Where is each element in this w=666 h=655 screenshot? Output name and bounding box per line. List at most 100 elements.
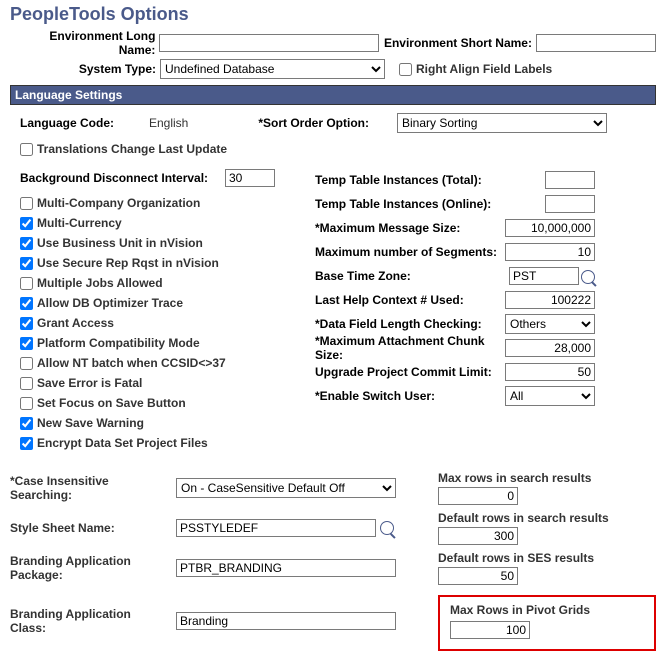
field-input[interactable] (505, 243, 595, 261)
field-input[interactable]: Others (505, 314, 595, 334)
style-label: Style Sheet Name: (10, 521, 170, 535)
option-row: Use Business Unit in nVision (20, 233, 275, 253)
field-row: *Data Field Length Checking: Others (315, 313, 595, 335)
field-label: Upgrade Project Commit Limit: (315, 365, 492, 379)
option-label: Allow DB Optimizer Trace (37, 296, 183, 310)
field-input[interactable]: All (505, 386, 595, 406)
field-label: *Data Field Length Checking: (315, 317, 482, 331)
option-checkbox[interactable] (20, 317, 33, 330)
option-checkbox[interactable] (20, 257, 33, 270)
case-select[interactable]: On - CaseSensitive Default Off (176, 478, 396, 498)
option-label: Grant Access (37, 316, 114, 330)
lang-code-label: Language Code: (10, 116, 125, 130)
field-row: Upgrade Project Commit Limit: (315, 361, 595, 383)
field-row: Last Help Context # Used: (315, 289, 595, 311)
field-input[interactable] (545, 195, 595, 213)
option-checkbox[interactable] (20, 397, 33, 410)
field-row: Temp Table Instances (Total): (315, 169, 595, 191)
option-row: New Save Warning (20, 413, 275, 433)
option-label: Allow NT batch when CCSID<>37 (37, 356, 226, 370)
defrows-ses-input[interactable] (438, 567, 518, 585)
right-align-checkbox[interactable] (399, 63, 412, 76)
option-checkbox[interactable] (20, 437, 33, 450)
field-row: *Enable Switch User:All (315, 385, 595, 407)
pivot-highlight: Max Rows in Pivot Grids (438, 595, 656, 651)
field-input[interactable] (509, 267, 579, 285)
style-input[interactable] (176, 519, 376, 537)
option-checkbox[interactable] (20, 417, 33, 430)
option-row: Multi-Currency (20, 213, 275, 233)
option-label: Platform Compatibility Mode (37, 336, 200, 350)
field-label: Temp Table Instances (Total): (315, 173, 482, 187)
brand-pkg-input[interactable] (176, 559, 396, 577)
env-long-label: Environment Long Name: (10, 29, 159, 57)
bg-interval-input[interactable] (225, 169, 275, 187)
option-label: New Save Warning (37, 416, 144, 430)
pivot-input[interactable] (450, 621, 530, 639)
field-label: Maximum number of Segments: (315, 245, 497, 259)
option-row: Multiple Jobs Allowed (20, 273, 275, 293)
option-label: Use Secure Rep Rqst in nVision (37, 256, 219, 270)
translations-checkbox[interactable] (20, 143, 33, 156)
defrows-search-label: Default rows in search results (438, 511, 609, 525)
brand-cls-label: Branding Application Class: (10, 607, 170, 635)
field-row: Base Time Zone: (315, 265, 595, 287)
option-row: Set Focus on Save Button (20, 393, 275, 413)
lookup-icon[interactable] (380, 521, 394, 535)
right-align-label: Right Align Field Labels (416, 62, 552, 76)
field-row: Temp Table Instances (Online): (315, 193, 595, 215)
sort-order-select[interactable]: Binary Sorting (397, 113, 607, 133)
option-row: Platform Compatibility Mode (20, 333, 275, 353)
field-label: *Maximum Message Size: (315, 221, 460, 235)
maxrows-search-label: Max rows in search results (438, 471, 591, 485)
field-input[interactable] (545, 171, 595, 189)
field-row: *Maximum Message Size: (315, 217, 595, 239)
system-type-select[interactable]: Undefined Database (160, 59, 385, 79)
option-label: Save Error is Fatal (37, 376, 142, 390)
brand-cls-input[interactable] (176, 612, 396, 630)
option-checkbox[interactable] (20, 297, 33, 310)
field-label: Last Help Context # Used: (315, 293, 464, 307)
option-label: Multi-Currency (37, 216, 122, 230)
brand-pkg-label: Branding Application Package: (10, 554, 170, 582)
option-checkbox[interactable] (20, 337, 33, 350)
maxrows-search-input[interactable] (438, 487, 518, 505)
field-row: Maximum number of Segments: (315, 241, 595, 263)
option-label: Use Business Unit in nVision (37, 236, 203, 250)
option-checkbox[interactable] (20, 357, 33, 370)
option-row: Grant Access (20, 313, 275, 333)
field-input[interactable] (505, 363, 595, 381)
language-settings-bar: Language Settings (10, 85, 656, 105)
field-input[interactable] (505, 291, 595, 309)
env-long-input[interactable] (159, 34, 378, 52)
option-row: Multi-Company Organization (20, 193, 275, 213)
system-type-label: System Type: (10, 62, 160, 76)
field-label: Base Time Zone: (315, 269, 411, 283)
option-row: Allow NT batch when CCSID<>37 (20, 353, 275, 373)
env-short-label: Environment Short Name: (379, 36, 536, 50)
field-input[interactable] (505, 219, 595, 237)
option-label: Encrypt Data Set Project Files (37, 436, 208, 450)
lookup-icon[interactable] (581, 270, 595, 284)
field-label: *Maximum Attachment Chunk Size: (315, 334, 505, 362)
option-label: Multiple Jobs Allowed (37, 276, 163, 290)
option-label: Multi-Company Organization (37, 196, 200, 210)
bg-interval-label: Background Disconnect Interval: (20, 171, 225, 185)
lang-code-value: English (149, 116, 229, 130)
defrows-search-input[interactable] (438, 527, 518, 545)
env-short-input[interactable] (536, 34, 656, 52)
page-title: PeopleTools Options (10, 4, 656, 25)
option-row: Encrypt Data Set Project Files (20, 433, 275, 453)
option-row: Save Error is Fatal (20, 373, 275, 393)
option-checkbox[interactable] (20, 377, 33, 390)
option-checkbox[interactable] (20, 237, 33, 250)
sort-order-label: *Sort Order Option: (253, 116, 373, 130)
option-checkbox[interactable] (20, 197, 33, 210)
field-row: *Maximum Attachment Chunk Size: (315, 337, 595, 359)
field-input[interactable] (505, 339, 595, 357)
option-checkbox[interactable] (20, 277, 33, 290)
option-checkbox[interactable] (20, 217, 33, 230)
pivot-label: Max Rows in Pivot Grids (450, 603, 644, 617)
option-row: Use Secure Rep Rqst in nVision (20, 253, 275, 273)
case-label: *Case Insensitive Searching: (10, 474, 170, 502)
